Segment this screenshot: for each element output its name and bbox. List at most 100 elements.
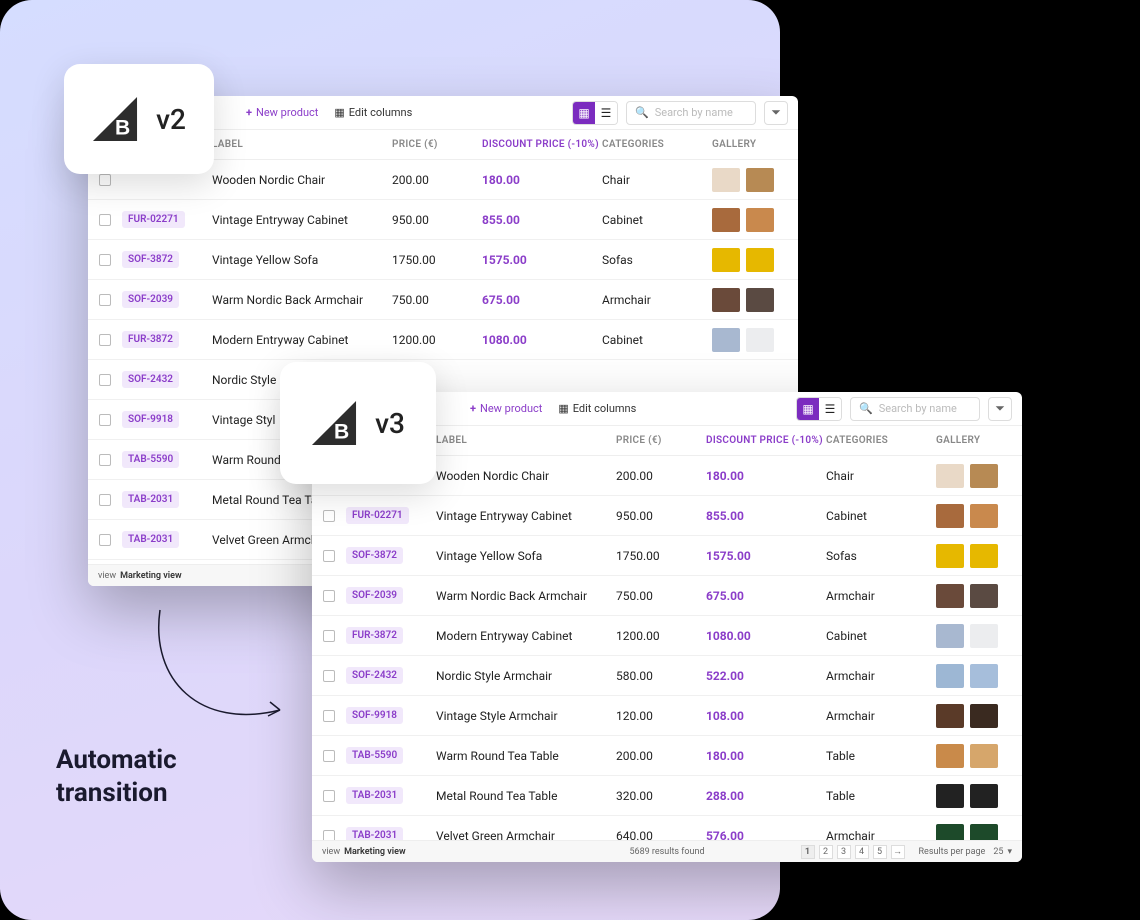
price-cell: 750.00	[616, 589, 706, 603]
discount-cell: 108.00	[706, 709, 826, 723]
gallery-thumb[interactable]	[970, 664, 998, 688]
row-checkbox[interactable]	[323, 550, 335, 562]
search-input[interactable]: 🔍 Search by name	[626, 101, 756, 125]
price-cell: 200.00	[616, 749, 706, 763]
table-row[interactable]: TAB-2031Metal Round Tea Table320.00288.0…	[312, 776, 1022, 816]
row-checkbox[interactable]	[323, 750, 335, 762]
gallery-thumb[interactable]	[936, 704, 964, 728]
gallery-thumb[interactable]	[970, 504, 998, 528]
category-cell: Cabinet	[826, 629, 926, 643]
gallery-thumb[interactable]	[970, 784, 998, 808]
gallery-thumb[interactable]	[746, 288, 774, 312]
new-product-button[interactable]: + New product	[462, 398, 550, 419]
row-checkbox[interactable]	[323, 670, 335, 682]
row-checkbox[interactable]	[323, 590, 335, 602]
filter-icon: ⏷	[771, 105, 781, 120]
row-checkbox[interactable]	[99, 334, 111, 346]
view-grid-button[interactable]: ▦	[573, 102, 595, 124]
gallery-thumb[interactable]	[746, 328, 774, 352]
gallery-thumb[interactable]	[712, 208, 740, 232]
filter-button[interactable]: ⏷	[764, 101, 788, 125]
category-cell: Cabinet	[602, 213, 702, 227]
filter-button[interactable]: ⏷	[988, 397, 1012, 421]
row-checkbox[interactable]	[99, 454, 111, 466]
gallery-thumb[interactable]	[970, 744, 998, 768]
page-3[interactable]: 3	[837, 845, 851, 859]
table-row[interactable]: SOF-2039Warm Nordic Back Armchair750.006…	[312, 576, 1022, 616]
table-row[interactable]: TAB-5590Warm Round Tea Table200.00180.00…	[312, 736, 1022, 776]
row-checkbox[interactable]	[323, 710, 335, 722]
product-label: Warm Nordic Back Armchair	[436, 589, 616, 603]
gallery-thumb[interactable]	[936, 544, 964, 568]
gallery-thumb[interactable]	[936, 504, 964, 528]
page-next[interactable]: →	[891, 845, 905, 859]
table-row[interactable]: FUR-02271Vintage Entryway Cabinet950.008…	[312, 496, 1022, 536]
table-row[interactable]: SOF-2432Nordic Style Armchair580.00522.0…	[312, 656, 1022, 696]
row-checkbox[interactable]	[99, 254, 111, 266]
gallery-thumb[interactable]	[970, 544, 998, 568]
gallery-thumb[interactable]	[936, 664, 964, 688]
table-row[interactable]: FUR-02271Vintage Entryway Cabinet950.008…	[88, 200, 798, 240]
svg-text:B: B	[334, 420, 349, 443]
gallery-thumb[interactable]	[712, 328, 740, 352]
search-input[interactable]: 🔍 Search by name	[850, 397, 980, 421]
caption-line2: transition	[56, 777, 177, 810]
plus-icon: +	[246, 106, 252, 119]
page-5[interactable]: 5	[873, 845, 887, 859]
page-4[interactable]: 4	[855, 845, 869, 859]
view-grid-button[interactable]: ▦	[797, 398, 819, 420]
price-cell: 120.00	[616, 709, 706, 723]
col-discount: DISCOUNT PRICE (-10%)	[482, 139, 602, 150]
product-label: Vintage Entryway Cabinet	[212, 213, 392, 227]
table-row[interactable]: SOF-3872Vintage Yellow Sofa1750.001575.0…	[312, 536, 1022, 576]
gallery-thumb[interactable]	[936, 584, 964, 608]
category-cell: Armchair	[826, 589, 926, 603]
edit-columns-button[interactable]: ▦ Edit columns	[550, 398, 644, 419]
table-row[interactable]: SOF-2039Warm Nordic Back Armchair750.006…	[88, 280, 798, 320]
row-checkbox[interactable]	[99, 414, 111, 426]
category-cell: Table	[826, 789, 926, 803]
results-per-page-value[interactable]: 25	[993, 847, 1003, 857]
table-row[interactable]: SOF-9918Vintage Style Armchair120.00108.…	[312, 696, 1022, 736]
gallery-thumb[interactable]	[936, 464, 964, 488]
row-checkbox[interactable]	[323, 630, 335, 642]
row-checkbox[interactable]	[99, 294, 111, 306]
gallery-thumb[interactable]	[712, 288, 740, 312]
gallery-thumb[interactable]	[970, 584, 998, 608]
col-gallery: GALLERY	[926, 435, 1022, 446]
row-checkbox[interactable]	[323, 510, 335, 522]
row-checkbox[interactable]	[99, 214, 111, 226]
table-row[interactable]: FUR-3872Modern Entryway Cabinet1200.0010…	[312, 616, 1022, 656]
page-1[interactable]: 1	[801, 845, 815, 859]
view-list-button[interactable]: ☰	[819, 398, 841, 420]
col-gallery: GALLERY	[702, 139, 798, 150]
gallery-thumb[interactable]	[970, 624, 998, 648]
plus-icon: +	[470, 402, 476, 415]
new-product-button[interactable]: + New product	[238, 102, 326, 123]
row-checkbox[interactable]	[99, 374, 111, 386]
row-checkbox[interactable]	[99, 494, 111, 506]
discount-cell: 1080.00	[706, 629, 826, 643]
page-2[interactable]: 2	[819, 845, 833, 859]
gallery-cell	[702, 248, 798, 272]
gallery-thumb[interactable]	[970, 704, 998, 728]
gallery-thumb[interactable]	[712, 248, 740, 272]
sku-pill: FUR-02271	[122, 211, 185, 228]
row-checkbox[interactable]	[99, 174, 111, 186]
gallery-thumb[interactable]	[712, 168, 740, 192]
row-checkbox[interactable]	[323, 790, 335, 802]
gallery-thumb[interactable]	[936, 624, 964, 648]
gallery-thumb[interactable]	[936, 784, 964, 808]
gallery-thumb[interactable]	[746, 208, 774, 232]
edit-columns-button[interactable]: ▦ Edit columns	[326, 102, 420, 123]
row-checkbox[interactable]	[99, 534, 111, 546]
table-row[interactable]: SOF-3872Vintage Yellow Sofa1750.001575.0…	[88, 240, 798, 280]
sku-pill: TAB-2031	[122, 531, 179, 548]
gallery-thumb[interactable]	[970, 464, 998, 488]
gallery-thumb[interactable]	[936, 744, 964, 768]
gallery-thumb[interactable]	[746, 168, 774, 192]
search-icon: 🔍	[635, 106, 649, 119]
gallery-thumb[interactable]	[746, 248, 774, 272]
table-row[interactable]: FUR-3872Modern Entryway Cabinet1200.0010…	[88, 320, 798, 360]
view-list-button[interactable]: ☰	[595, 102, 617, 124]
